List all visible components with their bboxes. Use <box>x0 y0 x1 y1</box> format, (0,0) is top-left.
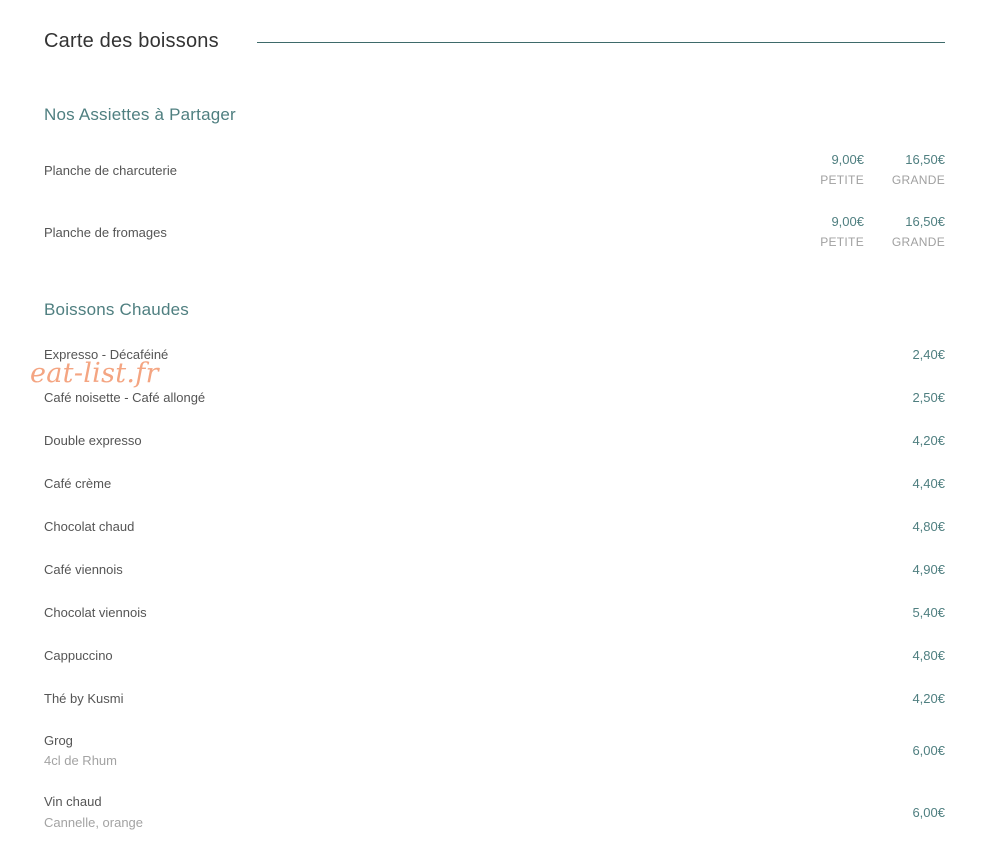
section-title-assiettes: Nos Assiettes à Partager <box>44 105 236 124</box>
item-price: 4,40€ <box>912 476 945 491</box>
watermark-logo: eat-list.fr <box>30 358 159 389</box>
price-size-label: GRANDE <box>891 235 945 249</box>
item-price: 2,50€ <box>912 390 945 405</box>
item-name: Planche de fromages <box>44 225 167 240</box>
menu-item: Planche de charcuterie 9,00€ PETITE 16,5… <box>44 150 945 194</box>
item-price: 6,00€ <box>912 743 945 758</box>
title-divider <box>257 42 945 43</box>
item-name: Café noisette - Café allongé <box>44 390 206 405</box>
price-amount: 16,50€ <box>905 152 945 167</box>
price-amount: 16,50€ <box>905 214 945 229</box>
item-name: Grog <box>44 733 73 748</box>
item-price: 5,40€ <box>912 605 945 620</box>
section-title-boissons-chaudes: Boissons Chaudes <box>44 300 189 319</box>
price-size-label: PETITE <box>820 173 864 187</box>
menu-item: Planche de fromages 9,00€ PETITE 16,50€ … <box>44 212 945 256</box>
item-name: Thé by Kusmi <box>44 691 124 706</box>
price-small: 9,00€ PETITE <box>820 212 864 252</box>
item-name: Planche de charcuterie <box>44 163 177 178</box>
item-name: Chocolat viennois <box>44 605 147 620</box>
price-amount: 9,00€ <box>831 214 864 229</box>
item-price: 4,90€ <box>912 562 945 577</box>
price-size-label: PETITE <box>820 235 864 249</box>
item-name: Café crème <box>44 476 112 491</box>
item-price: 4,20€ <box>912 691 945 706</box>
item-name: Chocolat chaud <box>44 519 135 534</box>
item-name: Café viennois <box>44 562 123 577</box>
item-description: 4cl de Rhum <box>44 753 117 768</box>
item-name: Cappuccino <box>44 648 113 663</box>
price-small: 9,00€ PETITE <box>820 150 864 190</box>
price-amount: 9,00€ <box>831 152 864 167</box>
item-price: 4,20€ <box>912 433 945 448</box>
item-price: 4,80€ <box>912 648 945 663</box>
item-name: Double expresso <box>44 433 142 448</box>
item-price: 2,40€ <box>912 347 945 362</box>
item-price: 6,00€ <box>912 805 945 820</box>
page-title: Carte des boissons <box>44 30 219 52</box>
price-size-label: GRANDE <box>891 173 945 187</box>
menu-header: Carte des boissons <box>44 30 945 56</box>
item-price: 4,80€ <box>912 519 945 534</box>
price-large: 16,50€ GRANDE <box>892 212 945 252</box>
item-description: Cannelle, orange <box>44 815 144 830</box>
item-name: Vin chaud <box>44 794 102 809</box>
price-large: 16,50€ GRANDE <box>892 150 945 190</box>
